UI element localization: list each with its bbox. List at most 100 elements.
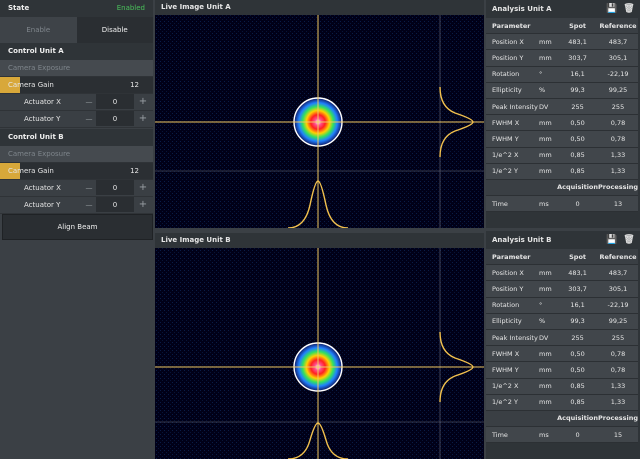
analysis-b-title: Analysis Unit B 💾 🗑 — [486, 231, 640, 249]
actuator-y-b-input[interactable]: 0 — [96, 197, 134, 212]
actuator-y-b-decrement-button[interactable]: — — [83, 197, 95, 213]
parameter-cell — [486, 179, 540, 197]
actuator-y-b-increment-button[interactable]: + — [137, 197, 149, 213]
reference-cell: -22,19 — [598, 66, 638, 83]
actuator-x-b-input[interactable]: 0 — [96, 180, 134, 195]
parameter-cell: Position Y — [486, 280, 540, 298]
spot-cell: 99,3 — [557, 313, 599, 330]
save-icon[interactable]: 💾 — [606, 234, 618, 246]
reference-cell: 0,78 — [598, 361, 638, 379]
unit-cell — [539, 179, 558, 197]
table-row: FWHM Ymm 0,50 0,78 — [486, 130, 638, 148]
live-image-a-canvas[interactable] — [155, 15, 484, 228]
camera-gain-label-b: Camera Gain — [8, 167, 54, 175]
reference-cell: 0,78 — [598, 114, 638, 132]
parameter-cell — [486, 410, 540, 428]
parameter-cell: Position X — [486, 264, 540, 282]
reference-cell: 99,25 — [598, 313, 638, 330]
reference-cell: Reference — [598, 249, 638, 266]
spot-cell: 0,50 — [557, 345, 599, 363]
spot-cell: 303,7 — [557, 49, 599, 67]
camera-gain-label-a: Camera Gain — [8, 81, 54, 89]
parameter-cell: Rotation — [486, 66, 540, 83]
reference-cell: Reference — [598, 18, 638, 35]
unit-cell: ° — [539, 297, 558, 314]
actuator-x-a: Actuator X — 0 + — [0, 94, 153, 111]
unit-cell: mm — [539, 49, 558, 67]
actuator-x-a-increment-button[interactable]: + — [137, 94, 149, 110]
actuator-x-a-decrement-button[interactable]: — — [83, 94, 95, 110]
spot-cell: 0,50 — [557, 361, 599, 379]
spot-cell: 16,1 — [557, 66, 599, 83]
camera-gain-b[interactable]: Camera Gain 12 — [0, 163, 153, 180]
actuator-x-a-input[interactable]: 0 — [96, 94, 134, 109]
camera-gain-a[interactable]: Camera Gain 12 — [0, 77, 153, 94]
camera-exposure-b[interactable]: Camera Exposure — [0, 146, 153, 163]
table-row: Rotation ° 16,1 -22,19 — [486, 297, 638, 314]
save-icon[interactable]: 💾 — [606, 3, 618, 15]
live-image-panel-a: Live Image Unit A — [155, 0, 484, 228]
parameter-cell: FWHM Y — [486, 130, 540, 148]
analysis-a-title: Analysis Unit A 💾 🗑 — [486, 0, 640, 18]
spot-cell: Spot — [557, 249, 599, 266]
analysis-panel-a: Analysis Unit A 💾 🗑 Parameter Spot Referen… — [486, 0, 640, 228]
unit-cell: DV — [539, 98, 558, 116]
actuator-y-a-increment-button[interactable]: + — [137, 111, 149, 127]
analysis-b-table: Parameter Spot Reference Position Xmm 483,1 4… — [486, 249, 638, 444]
actuator-y-a-input[interactable]: 0 — [96, 111, 134, 126]
unit-cell — [539, 410, 558, 428]
table-row: 1/e^2 Xmm 0,85 1,33 — [486, 147, 638, 164]
actuator-y-a-label: Actuator Y — [24, 115, 61, 123]
spot-cell: 16,1 — [557, 297, 599, 314]
parameter-cell: Ellipticity — [486, 313, 540, 330]
timing-header-row: Acquisition Processing — [486, 410, 638, 428]
parameter-cell: Parameter — [486, 249, 540, 266]
enable-button[interactable]: Enable — [0, 17, 77, 43]
table-row: FWHM Xmm 0,50 0,78 — [486, 114, 638, 132]
unit-cell: mm — [539, 33, 558, 51]
camera-exposure-a[interactable]: Camera Exposure — [0, 60, 153, 77]
live-image-b-canvas[interactable] — [155, 248, 484, 459]
reference-cell: 305,1 — [598, 49, 638, 67]
analysis-a-title-text: Analysis Unit A — [492, 5, 552, 13]
live-image-b-title: Live Image Unit B — [155, 233, 484, 248]
spot-cell: Acquisition — [557, 179, 599, 197]
table-header-row: Parameter Spot Reference — [486, 249, 638, 266]
actuator-x-b-increment-button[interactable]: + — [137, 180, 149, 196]
unit-cell: mm — [539, 130, 558, 148]
actuator-x-b-decrement-button[interactable]: — — [83, 180, 95, 196]
control-unit-a-title: Control Unit A — [0, 43, 153, 60]
unit-cell: mm — [539, 163, 558, 180]
reference-cell: 13 — [598, 195, 638, 213]
spot-cell: 0 — [557, 426, 599, 444]
parameter-cell: Position Y — [486, 49, 540, 67]
actuator-x-b-label: Actuator X — [24, 184, 61, 192]
table-row: FWHM Xmm 0,50 0,78 — [486, 345, 638, 363]
actuator-y-a-decrement-button[interactable]: — — [83, 111, 95, 127]
table-row: Ellipticity% 99,3 99,25 — [486, 313, 638, 330]
align-beam-button[interactable]: Align Beam — [2, 214, 153, 240]
table-row: Position Ymm 303,7 305,1 — [486, 280, 638, 298]
unit-cell — [539, 249, 558, 266]
spot-cell: Spot — [557, 18, 599, 35]
table-row: Position Xmm 483,1 483,7 — [486, 33, 638, 51]
spot-cell: 0,85 — [557, 394, 599, 411]
timing-row: Time ms 0 13 — [486, 195, 638, 213]
disable-button[interactable]: Disable — [76, 17, 153, 43]
reference-cell: 1,33 — [598, 378, 638, 395]
spot-cell: 99,3 — [557, 82, 599, 99]
reference-cell: 15 — [598, 426, 638, 444]
live-image-a-title: Live Image Unit A — [155, 0, 484, 15]
unit-cell — [539, 18, 558, 35]
control-column: State Enabled Enable Disable Control Uni… — [0, 0, 153, 459]
reference-cell: 1,33 — [598, 147, 638, 164]
trash-icon[interactable]: 🗑 — [623, 234, 635, 246]
unit-cell: mm — [539, 264, 558, 282]
analysis-b-title-text: Analysis Unit B — [492, 236, 552, 244]
trash-icon[interactable]: 🗑 — [623, 3, 635, 15]
parameter-cell: Ellipticity — [486, 82, 540, 99]
table-row: Position Ymm 303,7 305,1 — [486, 49, 638, 67]
reference-cell: -22,19 — [598, 297, 638, 314]
analysis-a-table: Parameter Spot Reference Position Xmm 483,1 4… — [486, 18, 638, 213]
parameter-cell: Peak Intensity — [486, 98, 540, 116]
